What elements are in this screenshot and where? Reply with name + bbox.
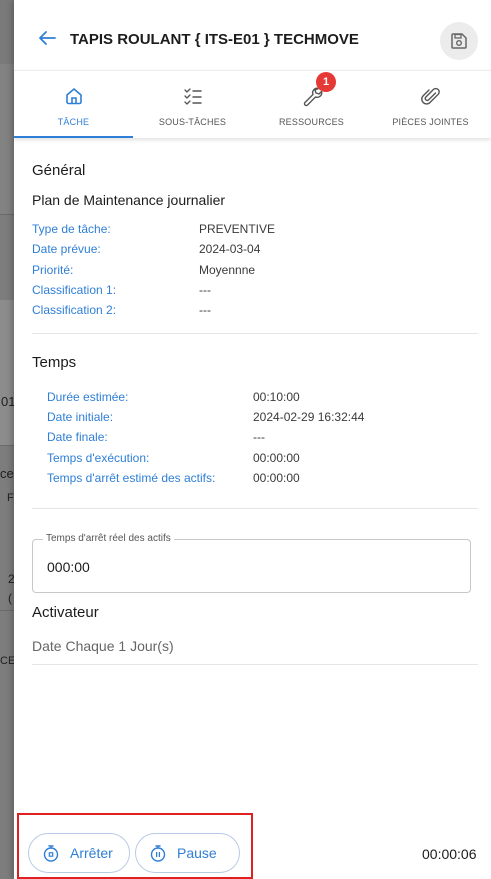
field-value: --- — [253, 430, 265, 444]
active-tab-indicator — [14, 136, 133, 138]
page-title: TAPIS ROULANT { ITS-E01 } TECHMOVE — [70, 31, 359, 48]
field-label: Temps d'exécution: — [47, 451, 150, 465]
tab-bar: TÂCHE SOUS-TÂCHES RESSOURCES PIÈCES JOIN… — [14, 70, 491, 138]
background-text: CE — [0, 655, 14, 667]
field-value: 00:10:00 — [253, 390, 300, 404]
tab-sous-taches[interactable]: SOUS-TÂCHES — [133, 71, 252, 139]
field-label: Date prévue: — [32, 242, 101, 256]
home-icon — [65, 88, 82, 105]
field-label: Classification 1: — [32, 283, 117, 297]
tab-label: TÂCHE — [57, 117, 90, 127]
section-divider — [32, 333, 478, 334]
pause-button[interactable]: Pause — [135, 833, 240, 873]
field-label: Priorité: — [32, 263, 74, 277]
field-value: Moyennne — [199, 263, 256, 277]
field-value: --- — [199, 283, 211, 297]
background-divider — [0, 214, 14, 215]
stop-button-label: Arrêter — [70, 845, 113, 861]
activateur-section-title: Activateur — [32, 604, 99, 621]
floppy-disk-icon — [451, 33, 467, 49]
section-divider — [32, 508, 478, 509]
tab-label: SOUS-TÂCHES — [158, 117, 227, 127]
maintenance-plan-title: Plan de Maintenance journalier — [32, 192, 226, 208]
tab-tache[interactable]: TÂCHE — [14, 71, 133, 139]
background-divider — [0, 610, 14, 611]
background-band — [0, 300, 14, 445]
tab-label: PIÈCES JOINTES — [392, 117, 469, 127]
background-text: F — [7, 492, 14, 504]
field-label: Durée estimée: — [47, 390, 129, 404]
temps-section-title: Temps — [32, 354, 77, 371]
field-label: Temps d'arrêt estimé des actifs: — [47, 471, 216, 485]
tab-pieces-jointes[interactable]: PIÈCES JOINTES — [371, 71, 490, 139]
field-label: Type de tâche: — [32, 222, 111, 236]
field-value: 00:00:00 — [253, 451, 300, 465]
drawer-header: TAPIS ROULANT { ITS-E01 } TECHMOVE — [14, 0, 491, 70]
timer-footer: Arrêter Pause 00:00:06 — [14, 820, 491, 879]
background-text: 01 — [1, 394, 14, 409]
field-label: Date initiale: — [47, 410, 114, 424]
pause-button-label: Pause — [177, 845, 217, 861]
actual-downtime-value[interactable]: 000:00 — [47, 559, 90, 575]
tab-ressources[interactable]: RESSOURCES — [252, 71, 371, 139]
field-label: Date finale: — [47, 430, 108, 444]
field-value: 2024-03-04 — [199, 242, 261, 256]
checklist-icon — [183, 88, 202, 105]
task-drawer: TAPIS ROULANT { ITS-E01 } TECHMOVE TÂCHE… — [14, 0, 491, 879]
background-page: 01 ce F 2 ( CE — [0, 0, 14, 879]
background-text: ce — [0, 466, 14, 481]
field-label: Classification 2: — [32, 303, 117, 317]
stopwatch-stop-icon — [43, 845, 59, 862]
tab-label: RESSOURCES — [278, 117, 344, 127]
background-text: ( — [8, 591, 12, 605]
background-band — [0, 64, 14, 214]
ressources-count-badge: 1 — [316, 72, 336, 92]
background-divider — [0, 445, 14, 446]
elapsed-timer: 00:00:06 — [422, 846, 477, 862]
field-value: 2024-02-29 16:32:44 — [253, 410, 365, 424]
stopwatch-pause-icon — [150, 845, 166, 862]
stop-button[interactable]: Arrêter — [28, 833, 130, 873]
actual-downtime-label: Temps d'arrêt réel des actifs — [43, 533, 174, 544]
field-value: PREVENTIVE — [199, 222, 276, 236]
save-button[interactable] — [440, 22, 478, 60]
field-value: 00:00:00 — [253, 471, 300, 485]
section-divider — [32, 664, 478, 665]
paperclip-icon — [420, 87, 440, 105]
actual-downtime-input[interactable]: Temps d'arrêt réel des actifs 000:00 — [32, 533, 471, 593]
activateur-value: Date Chaque 1 Jour(s) — [32, 638, 174, 654]
field-value: --- — [199, 303, 211, 317]
general-section-title: Général — [32, 162, 86, 179]
background-band — [0, 0, 14, 64]
arrow-left-icon[interactable] — [36, 27, 58, 49]
